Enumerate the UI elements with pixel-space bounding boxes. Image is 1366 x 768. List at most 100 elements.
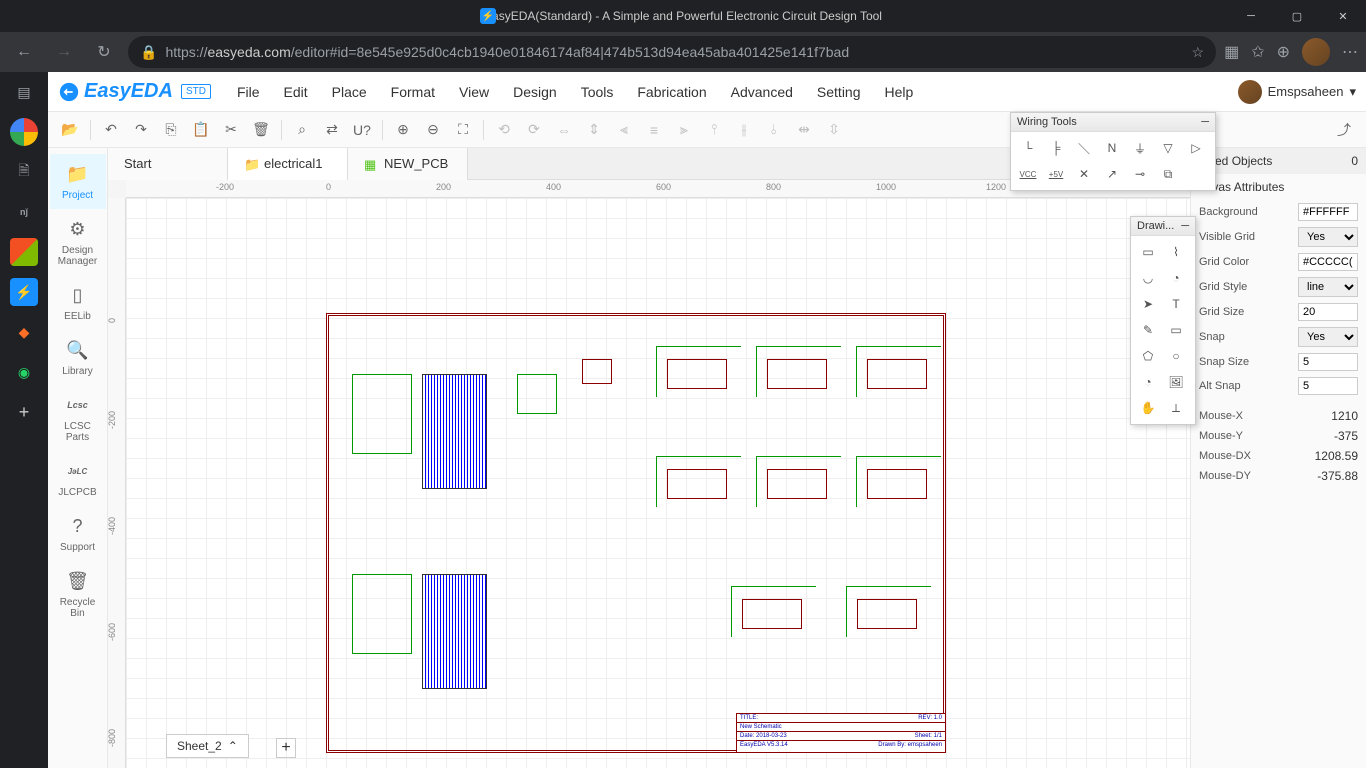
group-tool[interactable]: ⧉ [1155, 162, 1181, 186]
pie-tool[interactable]: ◔ [1135, 370, 1161, 394]
gitlab-icon[interactable]: ◆ [10, 318, 38, 346]
schematic-canvas[interactable]: TITLE:REV: 1.0 New Schematic Date: 2018-… [126, 198, 1190, 768]
forward-button[interactable]: → [48, 36, 80, 68]
grid-style-select[interactable]: line [1298, 277, 1358, 297]
polygon-tool[interactable]: ⬠ [1135, 344, 1161, 368]
tab-actions-icon[interactable]: ▤ [10, 78, 38, 106]
menu-setting[interactable]: Setting [807, 80, 871, 104]
flip-v-button[interactable]: ⇕ [580, 116, 608, 144]
pan-tool[interactable]: ✋ [1135, 396, 1161, 420]
component-crystal2[interactable] [352, 574, 412, 654]
undo-button[interactable]: ↶ [97, 116, 125, 144]
menu-edit[interactable]: Edit [274, 80, 318, 104]
5v-tool[interactable]: +5V [1043, 162, 1069, 186]
component-mcu2[interactable] [422, 574, 487, 689]
arc-tool[interactable]: ◡ [1135, 266, 1161, 290]
probe-tool[interactable]: ↗ [1099, 162, 1125, 186]
bus-entry-tool[interactable]: ＼ [1071, 136, 1097, 160]
align-center-button[interactable]: ≡ [640, 116, 668, 144]
component-relay2[interactable] [867, 359, 927, 389]
alt-snap-input[interactable] [1298, 377, 1358, 395]
arrow-tool[interactable]: ➤ [1135, 292, 1161, 316]
snap-size-input[interactable] [1298, 353, 1358, 371]
add-sheet-button[interactable]: + [276, 738, 296, 758]
align-middle-button[interactable]: ⫲ [730, 116, 758, 144]
snap-select[interactable]: Yes [1298, 327, 1358, 347]
app-logo[interactable]: EasyEDA [58, 80, 173, 103]
menu-file[interactable]: File [227, 80, 270, 104]
no-connect-tool[interactable]: ✕ [1071, 162, 1097, 186]
net-label-tool[interactable]: N [1099, 136, 1125, 160]
menu-tools[interactable]: Tools [571, 80, 624, 104]
redo-button[interactable]: ↷ [127, 116, 155, 144]
bus-tool[interactable]: ╞ [1043, 136, 1069, 160]
align-left-button[interactable]: ⫷ [610, 116, 638, 144]
tab-new-pcb[interactable]: ▦ NEW_PCB [348, 148, 468, 180]
minimize-button[interactable]: ─ [1228, 0, 1274, 32]
grid-color-input[interactable] [1298, 253, 1358, 271]
wiring-tools-title[interactable]: Wiring Tools ─ [1011, 113, 1215, 132]
vcc-label-tool[interactable]: VCC [1015, 162, 1041, 186]
distribute-v-button[interactable]: ⇳ [820, 116, 848, 144]
polyline-tool[interactable]: ⌇ [1163, 240, 1189, 264]
circle-tool[interactable]: ○ [1163, 344, 1189, 368]
open-button[interactable]: 📂 [56, 116, 84, 144]
back-button[interactable]: ← [8, 36, 40, 68]
close-button[interactable]: ✕ [1320, 0, 1366, 32]
paste-button[interactable]: 📋 [187, 116, 215, 144]
sidebar-item-support[interactable]: ? Support [50, 506, 106, 561]
vcc-tool[interactable]: ▽ [1155, 136, 1181, 160]
sheet-selector[interactable]: Sheet_2 ⌃ [166, 734, 249, 758]
rect-tool[interactable]: ▭ [1163, 318, 1189, 342]
zoom-in-button[interactable]: ⊕ [389, 116, 417, 144]
drawing-tools-palette[interactable]: Drawi... ─ ▭ ⌇ ◡ ◔ ➤ T ✎ ▭ ⬠ ○ ◔ 🖼 ✋ ⟂ [1130, 216, 1196, 425]
freehand-tool[interactable]: ✎ [1135, 318, 1161, 342]
menu-view[interactable]: View [449, 80, 499, 104]
distribute-h-button[interactable]: ⇹ [790, 116, 818, 144]
star-icon[interactable]: ☆ [1192, 44, 1205, 61]
delete-button[interactable]: 🗑 [247, 116, 275, 144]
maximize-button[interactable]: ▢ [1274, 0, 1320, 32]
drawing-tools-title[interactable]: Drawi... ─ [1131, 217, 1195, 236]
gnd-tool[interactable]: ⏚ [1127, 136, 1153, 160]
fit-button[interactable]: ⛶ [449, 116, 477, 144]
address-bar[interactable]: 🔒 https://easyeda.com/editor#id=8e545e92… [128, 36, 1216, 68]
rotate-left-button[interactable]: ⟲ [490, 116, 518, 144]
rotate-right-button[interactable]: ⟳ [520, 116, 548, 144]
menu-icon[interactable]: ⋯ [1342, 42, 1358, 62]
sidebar-item-library[interactable]: 🔍 Library [50, 330, 106, 385]
user-menu[interactable]: Emspsaheen ▾ [1238, 80, 1356, 104]
visible-grid-select[interactable]: Yes [1298, 227, 1358, 247]
component-relay3[interactable] [667, 359, 727, 389]
tab-start[interactable]: Start [108, 148, 228, 180]
image-tool[interactable]: 🖼 [1163, 370, 1189, 394]
menu-help[interactable]: Help [875, 80, 924, 104]
nj-icon[interactable]: nǰ [10, 198, 38, 226]
wire-tool[interactable]: └ [1015, 136, 1041, 160]
refresh-button[interactable]: ↻ [88, 36, 120, 68]
add-shortcut-icon[interactable]: + [10, 398, 38, 426]
collections-icon[interactable]: ⊕ [1277, 42, 1290, 62]
menu-fabrication[interactable]: Fabrication [627, 80, 716, 104]
text-tool[interactable]: T [1163, 292, 1189, 316]
net-port-tool[interactable]: ▷ [1183, 136, 1209, 160]
google-icon[interactable] [10, 118, 38, 146]
background-input[interactable] [1298, 203, 1358, 221]
menu-design[interactable]: Design [503, 80, 567, 104]
whatsapp-icon[interactable]: ◉ [10, 358, 38, 386]
component-rotary-switch[interactable] [582, 359, 612, 384]
component-relay1[interactable] [767, 359, 827, 389]
designator-button[interactable]: U? [348, 116, 376, 144]
component-relay8[interactable] [857, 599, 917, 629]
sidebar-item-lcsc[interactable]: Lcsc LCSC Parts [50, 385, 106, 451]
extension-icon[interactable]: ▦ [1224, 42, 1239, 62]
replace-button[interactable]: ⇄ [318, 116, 346, 144]
favorites-icon[interactable]: ✩ [1251, 42, 1264, 62]
component-relay4[interactable] [867, 469, 927, 499]
share-button[interactable]: ⤴ [1330, 116, 1358, 144]
menu-format[interactable]: Format [381, 80, 445, 104]
component-relay7[interactable] [742, 599, 802, 629]
component-crystal1[interactable] [352, 374, 412, 454]
profile-avatar[interactable] [1302, 38, 1330, 66]
component-reg[interactable] [517, 374, 557, 414]
